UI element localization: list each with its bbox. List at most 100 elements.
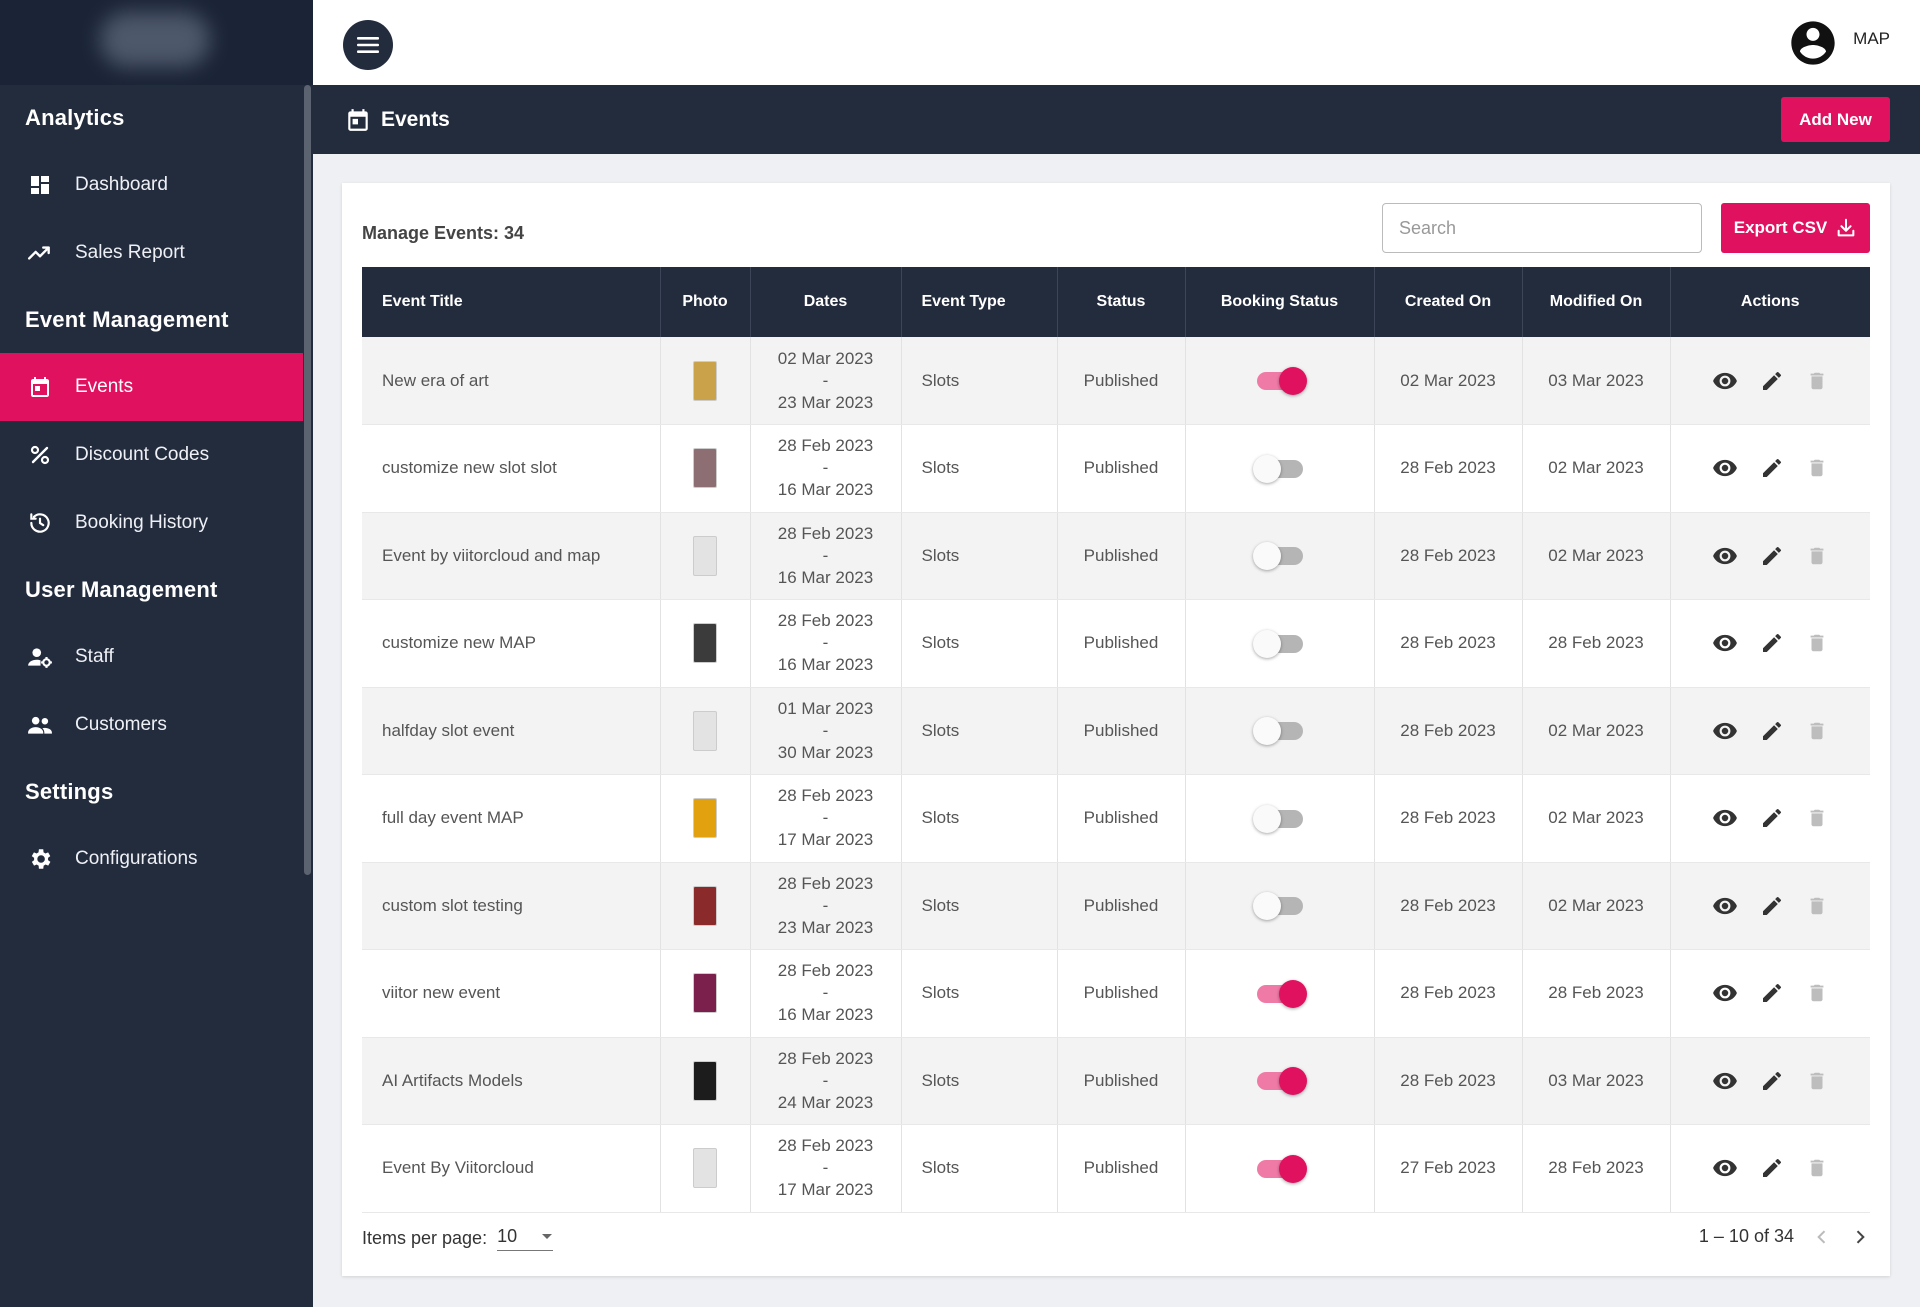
chevron-left-icon xyxy=(1817,1229,1826,1244)
event-photo-thumbnail[interactable] xyxy=(693,1060,717,1101)
view-icon[interactable] xyxy=(1712,718,1738,744)
previous-page-button[interactable] xyxy=(1812,1227,1832,1247)
booking-status-toggle[interactable] xyxy=(1256,1154,1307,1183)
view-icon[interactable] xyxy=(1712,1068,1738,1094)
sidebar-item-label: Events xyxy=(75,376,134,397)
booking-status-toggle[interactable] xyxy=(1252,892,1303,921)
booking-status-toggle[interactable] xyxy=(1252,629,1303,658)
sidebar-item-sales-report[interactable]: Sales Report xyxy=(0,219,303,287)
event-photo-thumbnail[interactable] xyxy=(693,360,717,401)
event-photo-thumbnail[interactable] xyxy=(693,1148,717,1189)
booking-status-toggle[interactable] xyxy=(1252,542,1303,571)
event-photo-thumbnail[interactable] xyxy=(693,448,717,489)
edit-icon[interactable] xyxy=(1760,369,1784,393)
view-icon[interactable] xyxy=(1712,455,1738,481)
event-photo-thumbnail[interactable] xyxy=(693,885,717,926)
view-icon[interactable] xyxy=(1712,893,1738,919)
delete-icon[interactable] xyxy=(1806,1069,1828,1093)
view-icon[interactable] xyxy=(1712,805,1738,831)
calendar-icon xyxy=(345,107,371,133)
sidebar-item-staff[interactable]: Staff xyxy=(0,623,303,691)
edit-icon[interactable] xyxy=(1760,631,1784,655)
view-icon[interactable] xyxy=(1712,1155,1738,1181)
created-on-cell: 27 Feb 2023 xyxy=(1374,1124,1523,1213)
edit-icon[interactable] xyxy=(1760,894,1784,918)
column-header-event-title: Event Title xyxy=(362,267,661,337)
modified-on-cell: 28 Feb 2023 xyxy=(1522,599,1671,688)
booking-status-toggle[interactable] xyxy=(1252,454,1303,483)
booking-status-toggle[interactable] xyxy=(1256,367,1307,396)
page-title-bar: Events Add New xyxy=(313,85,1920,154)
app-logo[interactable] xyxy=(0,0,313,85)
edit-icon[interactable] xyxy=(1760,981,1784,1005)
delete-icon[interactable] xyxy=(1806,1156,1828,1180)
sidebar-nav: Analytics Dashboard Sales Report Event Mana… xyxy=(0,85,313,893)
delete-icon[interactable] xyxy=(1806,544,1828,568)
table-row[interactable]: customize new MAP 28 Feb 2023 - 16 Mar 2… xyxy=(362,599,1870,688)
sidebar-item-label: Customers xyxy=(75,714,167,735)
view-icon[interactable] xyxy=(1712,630,1738,656)
view-icon[interactable] xyxy=(1712,543,1738,569)
sidebar-scrollbar[interactable] xyxy=(304,85,311,875)
delete-icon[interactable] xyxy=(1806,631,1828,655)
date-separator: - xyxy=(822,1158,829,1178)
column-header-event-type: Event Type xyxy=(901,267,1058,337)
actions-cell xyxy=(1670,512,1870,600)
event-photo-thumbnail[interactable] xyxy=(693,798,717,839)
booking-status-toggle[interactable] xyxy=(1256,1067,1307,1096)
menu-toggle-button[interactable] xyxy=(343,20,393,70)
edit-icon[interactable] xyxy=(1760,1069,1784,1093)
sidebar-item-configurations[interactable]: Configurations xyxy=(0,825,303,893)
edit-icon[interactable] xyxy=(1760,806,1784,830)
start-date: 28 Feb 2023 xyxy=(777,1048,874,1068)
sidebar-item-events[interactable]: Events xyxy=(0,353,303,421)
user-name: MAP xyxy=(1853,29,1890,48)
event-photo-thumbnail[interactable] xyxy=(693,710,717,751)
search-input[interactable] xyxy=(1382,203,1702,253)
table-row[interactable]: New era of art 02 Mar 2023 - 23 Mar 2023… xyxy=(362,337,1870,425)
event-photo-thumbnail[interactable] xyxy=(693,973,717,1014)
edit-icon[interactable] xyxy=(1760,544,1784,568)
edit-icon[interactable] xyxy=(1760,456,1784,480)
created-on-cell: 02 Mar 2023 xyxy=(1374,337,1523,425)
download-icon xyxy=(1835,217,1857,239)
booking-status-cell xyxy=(1185,1124,1375,1213)
table-row[interactable]: viitor new event 28 Feb 2023 - 16 Mar 20… xyxy=(362,949,1870,1038)
delete-icon[interactable] xyxy=(1806,719,1828,743)
delete-icon[interactable] xyxy=(1806,806,1828,830)
table-row[interactable]: Event By Viitorcloud 28 Feb 2023 - 17 Ma… xyxy=(362,1124,1870,1213)
sidebar-item-dashboard[interactable]: Dashboard xyxy=(0,151,303,219)
table-row[interactable]: AI Artifacts Models 28 Feb 2023 - 24 Mar… xyxy=(362,1037,1870,1125)
table-row[interactable]: Event by viitorcloud and map 28 Feb 2023… xyxy=(362,512,1870,600)
table-row[interactable]: custom slot testing 28 Feb 2023 - 23 Mar… xyxy=(362,862,1870,950)
created-on-cell: 28 Feb 2023 xyxy=(1374,512,1523,600)
event-photo-thumbnail[interactable] xyxy=(693,623,717,664)
booking-status-toggle[interactable] xyxy=(1256,979,1307,1008)
event-photo-thumbnail[interactable] xyxy=(693,535,717,576)
sidebar-item-label: Sales Report xyxy=(75,242,185,263)
delete-icon[interactable] xyxy=(1806,894,1828,918)
sidebar-item-discount-codes[interactable]: Discount Codes xyxy=(0,421,303,489)
delete-icon[interactable] xyxy=(1806,981,1828,1005)
add-new-button[interactable]: Add New xyxy=(1781,97,1890,142)
view-icon[interactable] xyxy=(1712,980,1738,1006)
booking-status-toggle[interactable] xyxy=(1252,804,1303,833)
table-row[interactable]: full day event MAP 28 Feb 2023 - 17 Mar … xyxy=(362,774,1870,863)
delete-icon[interactable] xyxy=(1806,456,1828,480)
table-row[interactable]: halfday slot event 01 Mar 2023 - 30 Mar … xyxy=(362,687,1870,775)
view-icon[interactable] xyxy=(1712,368,1738,394)
sidebar-item-customers[interactable]: Customers xyxy=(0,691,303,759)
user-menu[interactable]: MAP xyxy=(1787,17,1890,69)
items-per-page-select[interactable]: 10 xyxy=(497,1226,554,1251)
booking-status-toggle[interactable] xyxy=(1252,717,1303,746)
created-on-cell: 28 Feb 2023 xyxy=(1374,1037,1523,1125)
table-row[interactable]: customize new slot slot 28 Feb 2023 - 16… xyxy=(362,424,1870,513)
export-csv-button[interactable]: Export CSV xyxy=(1721,203,1870,253)
sidebar-item-booking-history[interactable]: Booking History xyxy=(0,489,303,557)
sidebar-item-label: Configurations xyxy=(75,848,198,869)
next-page-button[interactable] xyxy=(1850,1227,1870,1247)
edit-icon[interactable] xyxy=(1760,1156,1784,1180)
edit-icon[interactable] xyxy=(1760,719,1784,743)
photo-cell xyxy=(660,337,751,425)
delete-icon[interactable] xyxy=(1806,369,1828,393)
